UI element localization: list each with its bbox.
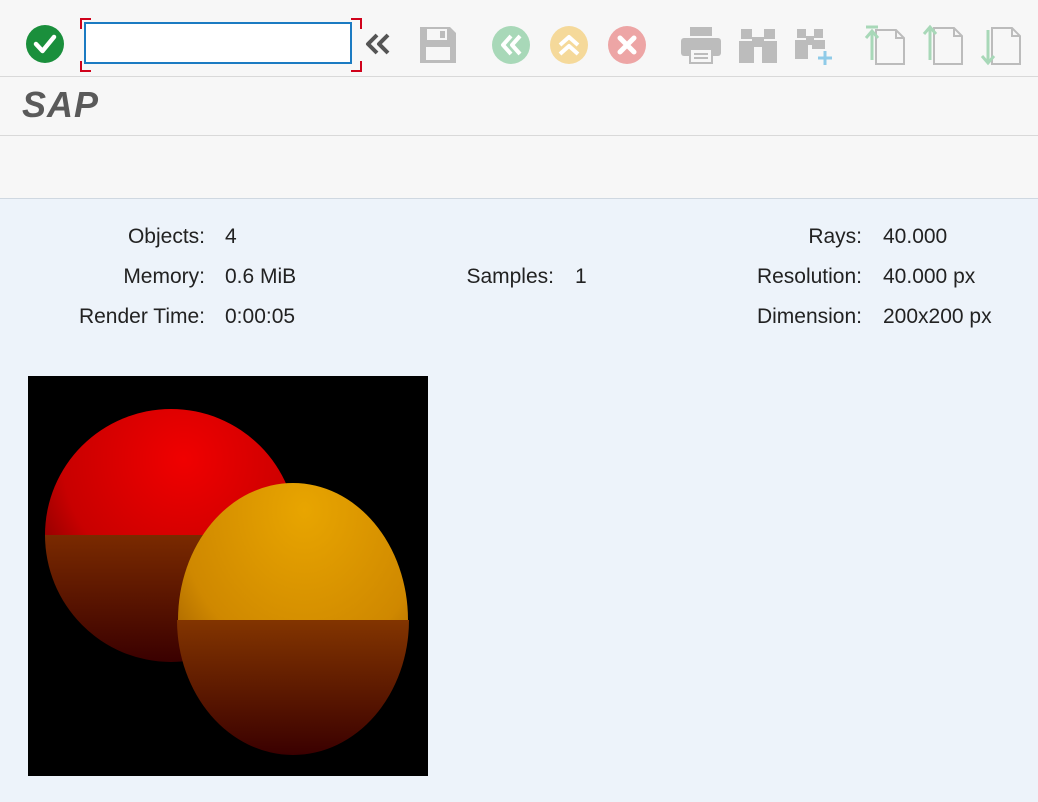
binoculars-plus-icon[interactable]: [794, 25, 836, 65]
command-field[interactable]: [84, 22, 352, 64]
rays-value: 40.000: [883, 225, 948, 248]
objects-label: Objects:: [127, 225, 205, 248]
samples-label: Samples:: [466, 265, 554, 288]
double-chevron-left-icon[interactable]: [364, 32, 392, 56]
page-up-first-icon[interactable]: [864, 24, 906, 66]
application-toolbar: [0, 136, 1038, 199]
resolution-value: 40.000 px: [883, 265, 976, 288]
page-up-icon[interactable]: [922, 24, 964, 66]
objects-value: 4: [225, 225, 237, 248]
sap-logo: SAP: [22, 84, 100, 125]
render-time-value: 0:00:05: [225, 305, 296, 328]
focus-corner: [351, 18, 362, 29]
resolution-label: Resolution:: [756, 265, 862, 288]
cancel-icon[interactable]: [607, 25, 647, 65]
orange-sphere: [177, 483, 409, 755]
rays-label: Rays:: [808, 225, 862, 248]
check-circle-icon[interactable]: [25, 24, 65, 64]
dimension-label: Dimension:: [756, 305, 862, 328]
save-icon[interactable]: [418, 25, 458, 65]
dimension-value: 200x200 px: [883, 305, 992, 328]
title-bar: [0, 77, 1038, 136]
binoculars-icon[interactable]: [738, 25, 778, 65]
back-icon[interactable]: [491, 25, 531, 65]
render-image: [28, 376, 428, 776]
page-down-icon[interactable]: [980, 24, 1022, 66]
memory-value: 0.6 MiB: [225, 265, 297, 288]
focus-corner: [80, 61, 91, 72]
print-icon[interactable]: [680, 25, 722, 65]
exit-icon[interactable]: [549, 25, 589, 65]
render-time-label: Render Time:: [78, 305, 205, 328]
memory-label: Memory:: [123, 265, 205, 288]
focus-corner: [80, 18, 91, 29]
focus-corner: [351, 61, 362, 72]
samples-value: 1: [575, 265, 587, 288]
